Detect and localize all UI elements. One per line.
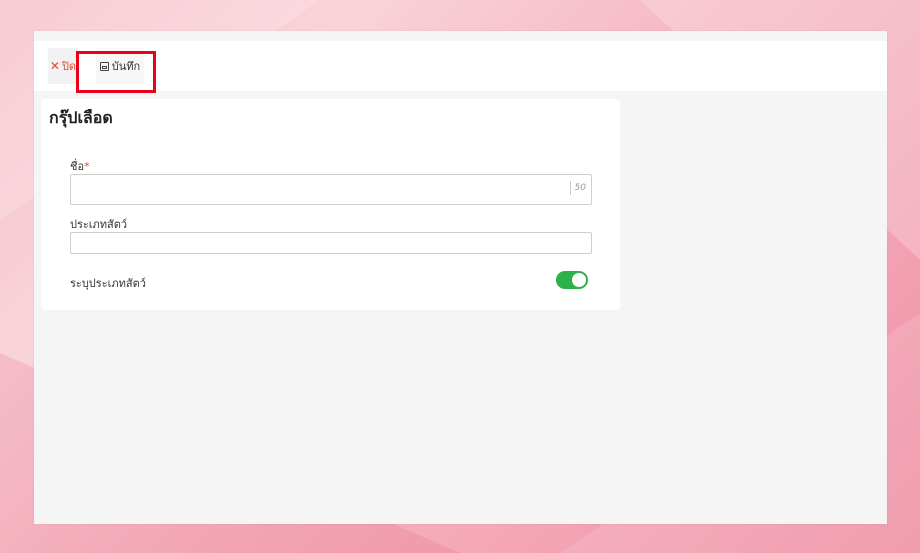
close-icon: ✕ xyxy=(49,59,60,73)
name-label: ชื่อ* xyxy=(70,157,90,175)
specify-animal-type-toggle[interactable] xyxy=(556,271,588,289)
form-window: ✕ ปิด บันทึก กรุ๊ปเลือด ชื่อ* 50 ประเภทส… xyxy=(34,31,887,524)
toolbar: ✕ ปิด บันทึก xyxy=(34,41,887,93)
form-title: กรุ๊ปเลือด xyxy=(49,108,113,127)
name-field-wrapper: 50 xyxy=(70,174,592,205)
name-input[interactable] xyxy=(70,174,592,205)
name-label-text: ชื่อ xyxy=(70,160,85,173)
save-button[interactable]: บันทึก xyxy=(96,48,144,84)
close-button[interactable]: ✕ ปิด xyxy=(48,48,78,84)
toggle-knob xyxy=(572,273,586,287)
name-char-counter: 50 xyxy=(569,181,586,195)
blood-group-form-card: กรุ๊ปเลือด ชื่อ* 50 ประเภทสัตว์ ระบุประเ… xyxy=(41,99,620,310)
save-icon xyxy=(99,61,109,71)
animal-type-label: ประเภทสัตว์ xyxy=(70,218,128,231)
close-button-label: ปิด xyxy=(61,60,77,73)
save-button-label: บันทึก xyxy=(111,60,141,73)
required-mark: * xyxy=(84,160,90,173)
specify-animal-type-label: ระบุประเภทสัตว์ xyxy=(70,277,146,290)
animal-type-input[interactable] xyxy=(70,232,592,254)
